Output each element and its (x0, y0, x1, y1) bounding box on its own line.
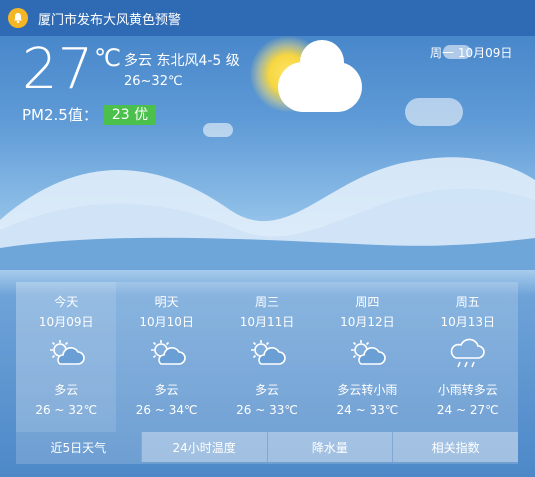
today-range: 26~32℃ (124, 74, 183, 89)
forecast-day[interactable]: 周三 10月11日 多云 26 ~ 33℃ (217, 282, 317, 432)
day-temp-range: 24 ~ 27℃ (436, 403, 499, 417)
hills-background (0, 157, 535, 270)
partly-cloudy-icon (247, 338, 287, 370)
day-weather: 小雨转多云 (437, 383, 498, 397)
forecast-day[interactable]: 周五 10月13日 小雨转多云 24 ~ 27℃ (418, 282, 518, 432)
tab-5-day-weather[interactable]: 近5日天气 (16, 432, 141, 462)
partly-cloudy-icon (46, 338, 86, 370)
day-temp-range: 24 ~ 33℃ (336, 403, 399, 417)
pm25-badge: 23 优 (103, 104, 157, 125)
temperature-unit: ℃ (94, 44, 121, 72)
forecast-tabs: 近5日天气 24小时温度 降水量 相关指数 (16, 432, 518, 462)
partly-cloudy-icon (147, 338, 187, 370)
day-weather: 多云 (154, 383, 179, 397)
weather-widget: 厦门市发布大风黄色预警 27 ℃ 多云 东北风4-5 级 26~32℃ 周一 1… (0, 0, 535, 477)
current-temperature: 27 (22, 37, 94, 102)
pm25-label: PM2.5值： (22, 106, 98, 124)
day-temp-range: 26 ~ 33℃ (236, 403, 298, 417)
day-name: 明天 (154, 295, 179, 309)
pm25-row: PM2.5值： 23 优 (22, 104, 157, 125)
weather-alert-bar[interactable]: 厦门市发布大风黄色预警 (0, 0, 535, 36)
day-weather: 多云 (54, 383, 79, 397)
day-name: 周四 (355, 295, 380, 309)
cloud-icon (405, 98, 463, 126)
day-name: 周三 (254, 295, 279, 309)
day-date: 10月12日 (340, 315, 395, 329)
forecast-day[interactable]: 周四 10月12日 多云转小雨 24 ~ 33℃ (317, 282, 417, 432)
tab-precipitation[interactable]: 降水量 (266, 432, 393, 462)
day-date: 10月10日 (139, 315, 194, 329)
cloud-icon (278, 40, 362, 112)
forecast-day[interactable]: 明天 10月10日 多云 26 ~ 34℃ (116, 282, 216, 432)
tab-24h-temperature[interactable]: 24小时温度 (140, 432, 267, 462)
current-condition: 多云 东北风4-5 级 (124, 53, 240, 69)
bell-icon (8, 8, 28, 28)
day-temp-range: 26 ~ 34℃ (135, 403, 198, 417)
forecast-panel: 今天 10月09日 多云 26 ~ 32℃ 明天 10月10日 多云 26 ~ … (16, 282, 518, 464)
alert-text[interactable]: 厦门市发布大风黄色预警 (38, 9, 181, 28)
day-name: 周五 (455, 295, 480, 309)
day-date: 10月11日 (239, 315, 295, 329)
rain-cloud-icon (448, 338, 488, 370)
day-weather: 多云 (254, 383, 279, 397)
current-date: 周一 10月09日 (430, 46, 513, 60)
day-weather: 多云转小雨 (337, 383, 398, 397)
day-name: 今天 (54, 295, 79, 309)
day-date: 10月09日 (38, 315, 94, 329)
forecast-day[interactable]: 今天 10月09日 多云 26 ~ 32℃ (16, 282, 117, 432)
day-temp-range: 26 ~ 32℃ (35, 403, 98, 417)
tab-related-indices[interactable]: 相关指数 (392, 432, 518, 462)
partly-cloudy-icon (347, 338, 387, 370)
day-date: 10月13日 (440, 315, 496, 329)
